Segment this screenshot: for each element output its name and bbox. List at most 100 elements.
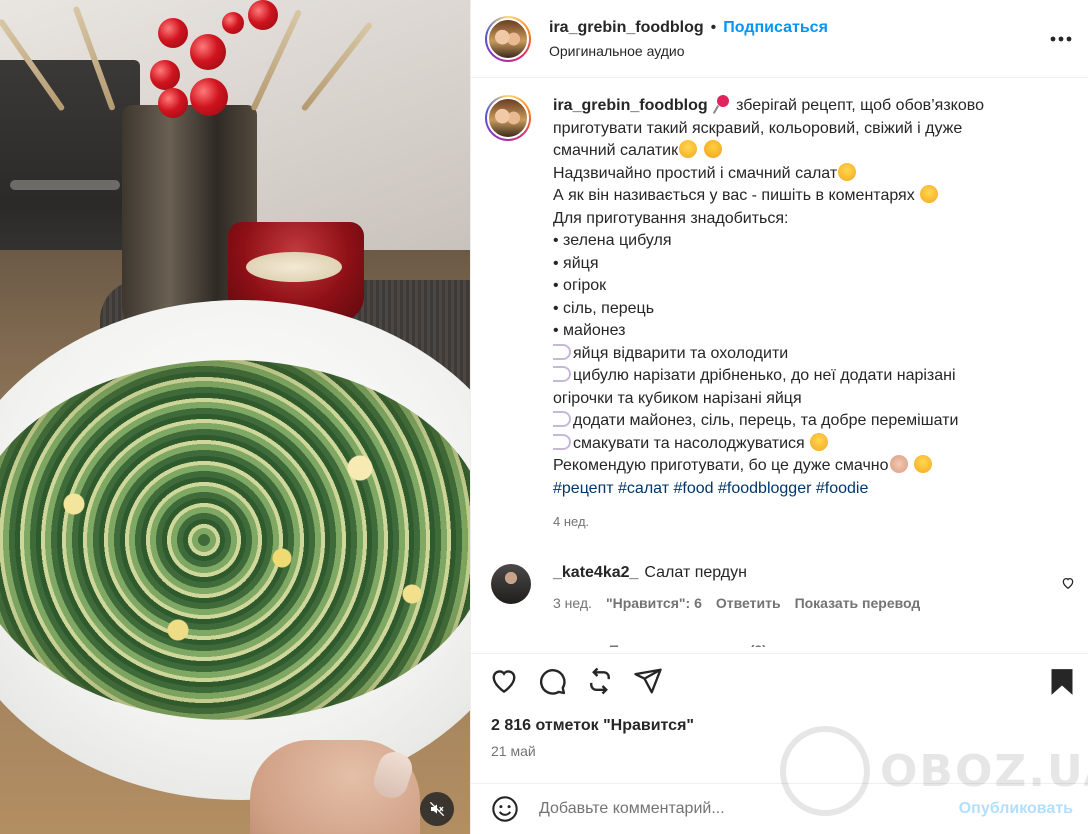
- author-avatar[interactable]: [485, 15, 531, 62]
- hashtags: #рецепт #салат #food #foodblogger #foodi…: [553, 478, 1073, 501]
- share-icon: [634, 668, 662, 694]
- hashtag-link[interactable]: #foodie: [816, 480, 869, 497]
- audio-label[interactable]: Оригинальное аудио: [549, 43, 828, 59]
- repost-button[interactable]: [585, 666, 615, 696]
- view-replies-button[interactable]: Посмотреть ответы (2): [609, 637, 767, 647]
- comment-likes[interactable]: "Нравится": 6: [606, 595, 702, 611]
- comment-item: _kate4ka2_ Салат пердун 3 нед. "Нравится"…: [471, 534, 1088, 611]
- mute-button[interactable]: [420, 792, 454, 826]
- caption-author-avatar[interactable]: [485, 95, 531, 141]
- comment-like-button[interactable]: [1061, 576, 1075, 595]
- ingredient-item: • майонез: [553, 322, 626, 339]
- reply-button[interactable]: Ответить: [716, 595, 781, 611]
- post-media-video[interactable]: [0, 0, 470, 834]
- author-avatar-image: [487, 17, 529, 60]
- ingredient-item: • яйця: [553, 254, 599, 272]
- comments-scroll-area[interactable]: ira_grebin_foodblog зберігай рецепт, щоб…: [471, 78, 1088, 653]
- heart-icon: [1062, 577, 1074, 589]
- caption-time[interactable]: 4 нед.: [553, 511, 1073, 534]
- comment-icon: [539, 669, 566, 695]
- smile-emoji-icon: [920, 185, 939, 203]
- author-username[interactable]: ira_grebin_foodblog: [549, 19, 704, 37]
- repost-icon: [590, 667, 610, 695]
- hashtag-link[interactable]: #салат: [618, 480, 669, 497]
- caption-text: А як він називається у вас - пишіть в ко…: [553, 187, 915, 204]
- post-header: ira_grebin_foodblog • Подписаться Оригин…: [471, 0, 1088, 78]
- separator-dot: •: [710, 18, 717, 36]
- caption-username[interactable]: ira_grebin_foodblog: [553, 97, 708, 114]
- comment-time[interactable]: 3 нед.: [553, 595, 592, 611]
- publish-button[interactable]: Опубликовать: [959, 800, 1073, 818]
- hashtag-link[interactable]: #foodblogger: [718, 480, 811, 497]
- berry: [158, 88, 188, 118]
- caption-body: ira_grebin_foodblog зберігай рецепт, щоб…: [553, 95, 1073, 534]
- berry: [190, 78, 228, 116]
- berry: [158, 18, 188, 48]
- post-detail-panel: ira_grebin_foodblog • Подписаться Оригин…: [470, 0, 1088, 834]
- caption-line: А як він називається у вас - пишіть в ко…: [553, 185, 1073, 208]
- post-caption: ira_grebin_foodblog зберігай рецепт, щоб…: [471, 78, 1088, 534]
- more-icon: [1050, 36, 1072, 42]
- emoji-icon[interactable]: [491, 795, 519, 823]
- ingredient-item: • огірок: [553, 277, 607, 294]
- pointing-hand-icon: [553, 366, 571, 382]
- tongue-emoji-icon: [838, 162, 857, 181]
- step-text: додати майонез, сіль, перець, та добре п…: [573, 412, 959, 429]
- candle-wax: [246, 252, 342, 282]
- ingredient-item: • зелена цибуля: [553, 232, 672, 249]
- tongue-emoji-icon: [679, 140, 698, 158]
- save-button[interactable]: [1049, 668, 1075, 701]
- post-date[interactable]: 21 май: [491, 743, 536, 759]
- caption-avatar-image: [487, 97, 529, 139]
- caption-line: Рекомендую приготувати, бо це дуже смачн…: [553, 455, 1073, 478]
- hashtag-link[interactable]: #рецепт: [553, 480, 614, 497]
- pointing-hand-icon: [553, 343, 571, 360]
- post-actions-bar: [471, 653, 1088, 708]
- likes-count[interactable]: 2 816 отметок "Нравится": [491, 717, 694, 735]
- caption-text: зберігай рецепт, щоб обов’язково: [736, 97, 984, 114]
- bookmark-icon: [1051, 669, 1073, 695]
- salad: [0, 360, 470, 720]
- comment-text: Салат пердун: [644, 563, 747, 581]
- pointing-hand-icon: [553, 411, 571, 427]
- step-item: смакувати та насолоджуватися: [553, 432, 1073, 456]
- step-text: смакувати та насолоджуватися: [573, 434, 805, 452]
- commenter-username[interactable]: _kate4ka2_: [553, 564, 638, 581]
- caption-text: Рекомендую приготувати, бо це дуже смачн…: [553, 457, 889, 474]
- step-item: цибулю нарізати дрібненько, до неї додат…: [553, 365, 1073, 388]
- caption-text: Надзвичайно простий і смачний салат: [553, 164, 838, 182]
- more-options-button[interactable]: [1050, 25, 1072, 48]
- comment-meta: 3 нед. "Нравится": 6 Ответить Показать п…: [553, 595, 920, 611]
- header-text: ira_grebin_foodblog • Подписаться Оригин…: [549, 19, 828, 59]
- caption-line: ira_grebin_foodblog зберігай рецепт, щоб…: [553, 95, 1073, 118]
- berry: [190, 34, 226, 70]
- caption-line: Надзвичайно простий і смачний салат: [553, 162, 1073, 186]
- translate-button[interactable]: Показать перевод: [795, 595, 921, 611]
- like-button[interactable]: [489, 666, 519, 696]
- commenter-avatar[interactable]: [491, 563, 531, 604]
- tongue-emoji-icon: [810, 432, 829, 451]
- pointing-hand-icon: [553, 433, 571, 450]
- comment-button[interactable]: [537, 666, 567, 696]
- add-comment-bar: Опубликовать: [471, 783, 1088, 834]
- comment-input[interactable]: [539, 800, 939, 818]
- heart-icon: [492, 670, 516, 694]
- thumbs-up-emoji-icon: [889, 455, 908, 473]
- comment-body: _kate4ka2_ Салат пердун 3 нед. "Нравится"…: [553, 564, 920, 611]
- berry: [248, 0, 278, 30]
- berry: [222, 12, 244, 34]
- caption-line: приготувати такий яскравий, кольоровий, …: [553, 119, 963, 137]
- step-text: цибулю нарізати дрібненько, до неї додат…: [573, 367, 956, 384]
- header-line: ira_grebin_foodblog • Подписаться: [549, 19, 828, 37]
- tongue-emoji-icon: [914, 455, 932, 473]
- heart-eyes-emoji-icon: [703, 140, 722, 158]
- berry: [150, 60, 180, 90]
- mute-icon: [429, 801, 445, 817]
- caption-line: смачний салатик: [553, 140, 1073, 163]
- ingredient-item: • сіль, перець: [553, 299, 655, 317]
- share-button[interactable]: [633, 666, 663, 696]
- comment-line: _kate4ka2_ Салат пердун: [553, 564, 920, 582]
- follow-button[interactable]: Подписаться: [723, 19, 828, 37]
- hashtag-link[interactable]: #food: [674, 480, 714, 497]
- step-item: додати майонез, сіль, перець, та добре п…: [553, 410, 1073, 433]
